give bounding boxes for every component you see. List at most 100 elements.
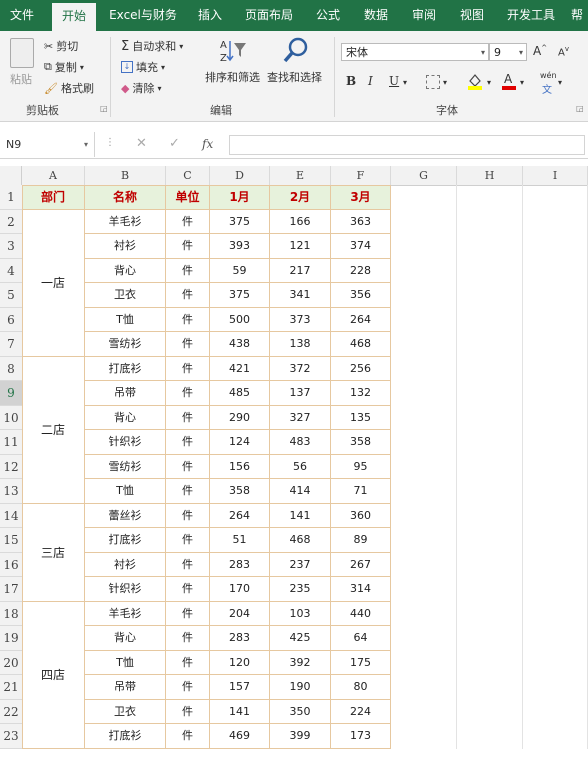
table-cell[interactable]: 235	[270, 577, 331, 602]
table-cell[interactable]: 羊毛衫	[85, 601, 166, 626]
phonetic-button[interactable]: wén	[540, 71, 557, 80]
table-cell[interactable]: T恤	[85, 650, 166, 675]
tab-page-layout[interactable]: 页面布局	[238, 0, 300, 31]
tab-review[interactable]: 审阅	[402, 0, 446, 31]
fill-button[interactable]: ↓ 填充 ▾	[121, 59, 165, 75]
table-cell[interactable]: 438	[210, 332, 270, 357]
table-cell[interactable]: 89	[331, 528, 391, 553]
row-header-8[interactable]: 8	[0, 356, 22, 381]
table-cell[interactable]: 425	[270, 626, 331, 651]
table-cell[interactable]: 372	[270, 356, 331, 381]
chevron-down-icon[interactable]: ▾	[520, 78, 524, 87]
table-cell[interactable]: 358	[210, 479, 270, 504]
table-cell[interactable]: 358	[331, 430, 391, 455]
table-cell[interactable]: 393	[210, 234, 270, 259]
row-header-20[interactable]: 20	[0, 650, 22, 675]
table-cell[interactable]: 170	[210, 577, 270, 602]
table-cell[interactable]: 374	[331, 234, 391, 259]
chevron-down-icon[interactable]: ▾	[487, 78, 491, 87]
table-cell[interactable]: 121	[270, 234, 331, 259]
table-cell[interactable]: 件	[166, 626, 210, 651]
table-cell[interactable]: 256	[331, 356, 391, 381]
dept-cell[interactable]: 二店	[22, 356, 85, 504]
dept-cell[interactable]: 三店	[22, 503, 85, 602]
column-header-e[interactable]: E	[270, 166, 331, 185]
table-cell[interactable]: 228	[331, 258, 391, 283]
table-cell[interactable]: 蕾丝衫	[85, 503, 166, 528]
magnifier-icon[interactable]	[282, 36, 310, 64]
table-cell[interactable]: 件	[166, 430, 210, 455]
table-cell[interactable]: 204	[210, 601, 270, 626]
table-cell[interactable]: 485	[210, 381, 270, 406]
row-header-19[interactable]: 19	[0, 626, 22, 651]
table-cell[interactable]: 156	[210, 454, 270, 479]
row-header-6[interactable]: 6	[0, 307, 22, 332]
column-header-g[interactable]: G	[391, 166, 457, 185]
table-cell[interactable]: 吊带	[85, 675, 166, 700]
underline-button[interactable]: U	[389, 74, 399, 88]
column-header-f[interactable]: F	[331, 166, 391, 185]
row-header-10[interactable]: 10	[0, 405, 22, 430]
dept-cell[interactable]: 四店	[22, 601, 85, 749]
table-cell[interactable]: 件	[166, 381, 210, 406]
table-cell[interactable]: 打底衫	[85, 724, 166, 749]
table-cell[interactable]: 217	[270, 258, 331, 283]
table-cell[interactable]: 141	[270, 503, 331, 528]
tab-developer[interactable]: 开发工具	[500, 0, 562, 31]
table-cell[interactable]: 件	[166, 601, 210, 626]
table-cell[interactable]: 件	[166, 675, 210, 700]
tab-excel-finance[interactable]: Excel与财务	[104, 0, 182, 31]
table-cell[interactable]: 件	[166, 528, 210, 553]
table-cell[interactable]: 件	[166, 307, 210, 332]
table-cell[interactable]: 360	[331, 503, 391, 528]
table-cell[interactable]: 138	[270, 332, 331, 357]
table-cell[interactable]: 打底衫	[85, 356, 166, 381]
table-cell[interactable]: 468	[331, 332, 391, 357]
row-header-23[interactable]: 23	[0, 724, 22, 749]
dialog-launcher-icon[interactable]: ◲	[100, 104, 108, 113]
row-header-15[interactable]: 15	[0, 528, 22, 553]
table-cell[interactable]: 375	[210, 283, 270, 308]
table-cell[interactable]: 363	[331, 209, 391, 234]
table-cell[interactable]: 件	[166, 356, 210, 381]
dept-cell[interactable]: 一店	[22, 209, 85, 357]
header-cell[interactable]: 单位	[166, 185, 210, 210]
table-cell[interactable]: 衬衫	[85, 552, 166, 577]
row-header-14[interactable]: 14	[0, 503, 22, 528]
tab-formulas[interactable]: 公式	[306, 0, 350, 31]
table-cell[interactable]: 392	[270, 650, 331, 675]
table-cell[interactable]: 373	[270, 307, 331, 332]
table-cell[interactable]: 341	[270, 283, 331, 308]
table-cell[interactable]: 375	[210, 209, 270, 234]
format-painter-button[interactable]: 🖌 格式刷	[44, 80, 94, 96]
cut-button[interactable]: ✂ 剪切	[44, 38, 78, 54]
table-cell[interactable]: 190	[270, 675, 331, 700]
table-cell[interactable]: 雪纺衫	[85, 454, 166, 479]
paste-icon[interactable]	[10, 38, 34, 68]
table-cell[interactable]: 290	[210, 405, 270, 430]
paste-button[interactable]: 粘贴	[10, 71, 32, 87]
row-header-21[interactable]: 21	[0, 675, 22, 700]
table-cell[interactable]: 264	[331, 307, 391, 332]
chevron-down-icon[interactable]: ▾	[403, 78, 407, 87]
table-cell[interactable]: 264	[210, 503, 270, 528]
select-all-corner[interactable]	[0, 166, 22, 185]
header-cell[interactable]: 部门	[22, 185, 85, 210]
header-cell[interactable]: 2月	[270, 185, 331, 210]
table-cell[interactable]: 针织衫	[85, 577, 166, 602]
clear-button[interactable]: ◆ 清除 ▾	[121, 80, 161, 96]
table-cell[interactable]: 175	[331, 650, 391, 675]
column-header-c[interactable]: C	[166, 166, 210, 185]
table-cell[interactable]: 135	[331, 405, 391, 430]
row-header-9[interactable]: 9	[0, 381, 22, 406]
table-cell[interactable]: 吊带	[85, 381, 166, 406]
tab-data[interactable]: 数据	[354, 0, 398, 31]
font-name-combo[interactable]: 宋体 ▾	[341, 43, 489, 61]
table-cell[interactable]: 件	[166, 234, 210, 259]
find-select-button[interactable]: 查找和选择	[267, 69, 322, 85]
table-cell[interactable]: 469	[210, 724, 270, 749]
borders-icon[interactable]	[426, 75, 440, 89]
table-cell[interactable]: 95	[331, 454, 391, 479]
table-cell[interactable]: 56	[270, 454, 331, 479]
table-cell[interactable]: 421	[210, 356, 270, 381]
